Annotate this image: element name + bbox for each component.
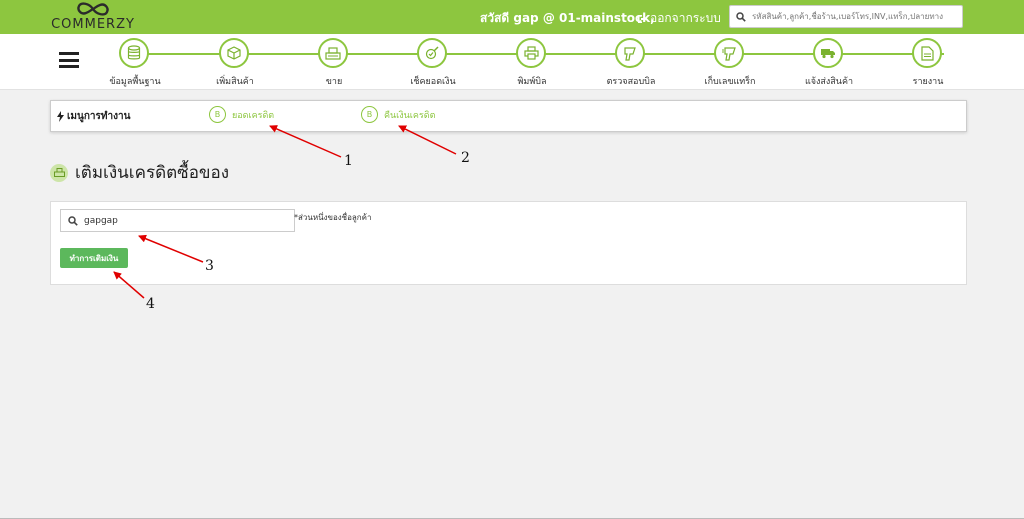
annotation-arrow-3 <box>138 234 204 263</box>
annotation-number-2: 2 <box>461 150 470 166</box>
annotation-arrow-2 <box>398 125 457 155</box>
annotation-arrow-4 <box>113 271 145 299</box>
annotation-arrow-1 <box>269 125 342 158</box>
annotation-number-3: 3 <box>205 258 214 274</box>
annotation-number-1: 1 <box>344 153 353 169</box>
annotation-number-4: 4 <box>146 296 155 312</box>
annotation-overlay <box>113 125 457 299</box>
